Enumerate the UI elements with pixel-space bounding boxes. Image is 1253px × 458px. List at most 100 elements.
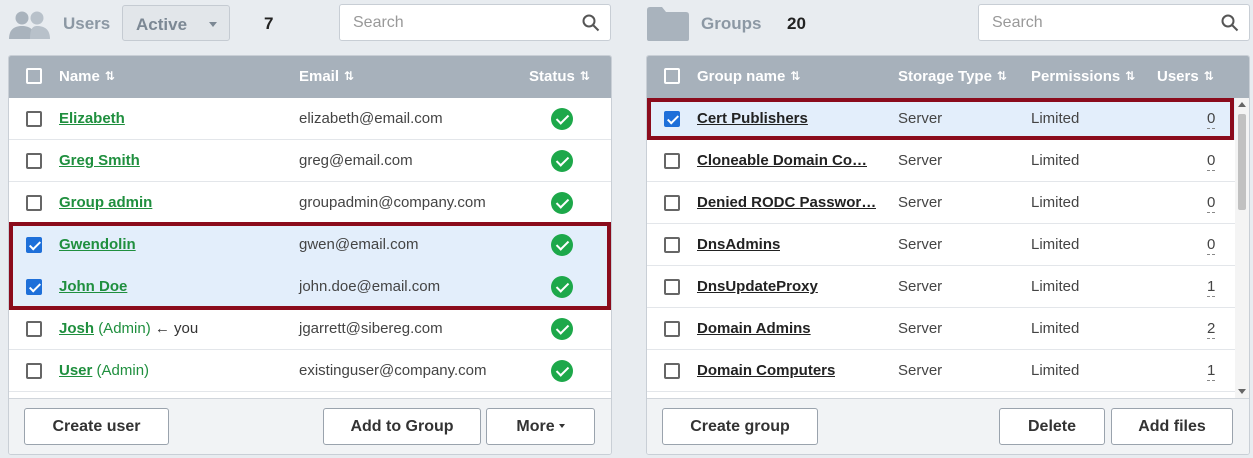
table-row[interactable]: John Doe john.doe@email.com	[9, 266, 611, 308]
user-count[interactable]: 1	[1207, 362, 1216, 381]
groups-search-box	[978, 4, 1250, 41]
user-name-link[interactable]: Group admin	[59, 194, 152, 211]
column-header-permissions[interactable]: Permissions ⇅	[1031, 68, 1135, 85]
group-name-link[interactable]: DnsUpdateProxy	[697, 278, 818, 295]
table-row[interactable]: Gwendolin gwen@email.com	[9, 224, 611, 266]
table-row[interactable]: DnsAdmins Server Limited 0	[647, 224, 1235, 266]
column-header-status[interactable]: Status ⇅	[529, 68, 590, 85]
groups-title: Groups	[701, 14, 762, 33]
sort-icon: ⇅	[104, 69, 115, 83]
row-checkbox[interactable]	[26, 237, 42, 253]
user-name-link[interactable]: John Doe	[59, 278, 127, 295]
group-name-link[interactable]: Denied RODC Passwor…	[697, 194, 876, 211]
table-row[interactable]: Cert Publishers Server Limited 0	[647, 98, 1235, 140]
row-checkbox[interactable]	[664, 153, 680, 169]
row-checkbox[interactable]	[26, 321, 42, 337]
user-name-cell: Greg Smith	[59, 152, 140, 169]
user-name-cell: Gwendolin	[59, 236, 136, 253]
delete-button[interactable]: Delete	[999, 408, 1105, 445]
column-header-email[interactable]: Email ⇅	[299, 68, 354, 85]
groups-table: Group name ⇅ Storage Type ⇅ Permissions ⇅ U…	[646, 55, 1250, 455]
row-checkbox[interactable]	[26, 279, 42, 295]
check-circle-icon	[551, 276, 573, 298]
column-header-users[interactable]: Users ⇅	[1157, 68, 1214, 85]
groups-panel: Groups 20 Group name⇅ Storage Type⇅ Perm…	[638, 0, 1253, 458]
table-row[interactable]: User (Admin) existinguser@company.com	[9, 350, 611, 392]
row-checkbox[interactable]	[664, 237, 680, 253]
user-count[interactable]: 0	[1207, 110, 1216, 129]
user-name-link[interactable]: Elizabeth	[59, 110, 125, 127]
column-header-group-name[interactable]: Group name ⇅	[697, 68, 800, 85]
user-name-link[interactable]: Greg Smith	[59, 152, 140, 169]
table-row[interactable]: Domain Computers Server Limited 1	[647, 350, 1235, 392]
check-circle-icon	[551, 318, 573, 340]
group-name-link[interactable]: Domain Admins	[697, 320, 811, 337]
scroll-down-icon[interactable]	[1238, 389, 1246, 394]
user-count[interactable]: 0	[1207, 194, 1216, 213]
admin-tag: (Admin)	[96, 362, 150, 379]
create-group-button[interactable]: Create group	[662, 408, 818, 445]
groups-scrollbar[interactable]	[1235, 98, 1249, 398]
row-checkbox[interactable]	[26, 111, 42, 127]
row-checkbox[interactable]	[664, 363, 680, 379]
users-search-input[interactable]	[340, 5, 610, 40]
scrollbar-thumb[interactable]	[1238, 114, 1246, 210]
add-to-group-button[interactable]: Add to Group	[323, 408, 481, 445]
table-row[interactable]: Cloneable Domain Co… Server Limited 0	[647, 140, 1235, 182]
user-email: elizabeth@email.com	[299, 110, 443, 127]
users-toolbar: Users Active 7	[0, 0, 620, 48]
user-name-cell: Josh (Admin) ← you	[59, 320, 198, 337]
sort-icon: ⇅	[1203, 69, 1214, 83]
select-all-users-checkbox[interactable]	[26, 68, 42, 84]
user-name-link[interactable]: Gwendolin	[59, 236, 136, 253]
storage-type: Server	[898, 362, 943, 379]
user-status-filter-dropdown[interactable]: Active	[122, 5, 230, 41]
search-icon[interactable]	[582, 14, 600, 32]
column-header-group-name-label: Group name	[697, 68, 786, 85]
table-row[interactable]: DnsUpdateProxy Server Limited 1	[647, 266, 1235, 308]
group-name-link[interactable]: Domain Computers	[697, 362, 835, 379]
user-count[interactable]: 0	[1207, 152, 1216, 171]
user-name-link[interactable]: User	[59, 362, 92, 379]
permissions: Limited	[1031, 278, 1080, 295]
user-name-link[interactable]: Josh	[59, 320, 94, 337]
table-row[interactable]: Elizabeth elizabeth@email.com	[9, 98, 611, 140]
row-checkbox[interactable]	[664, 321, 680, 337]
row-checkbox[interactable]	[26, 195, 42, 211]
storage-type: Server	[898, 152, 943, 169]
row-checkbox[interactable]	[664, 195, 680, 211]
current-user-tag: ← you	[154, 320, 199, 337]
groups-search-input[interactable]	[979, 5, 1249, 40]
table-row[interactable]: Domain Admins Server Limited 2	[647, 308, 1235, 350]
column-header-name[interactable]: Name ⇅	[59, 68, 115, 85]
table-row[interactable]: Group admin groupadmin@company.com	[9, 182, 611, 224]
group-name-link[interactable]: Cloneable Domain Co…	[697, 152, 867, 169]
row-checkbox[interactable]	[26, 153, 42, 169]
user-name-cell: User (Admin)	[59, 362, 149, 379]
create-user-button[interactable]: Create user	[24, 408, 169, 445]
users-group-icon	[9, 11, 50, 39]
group-name-cell: DnsAdmins	[697, 236, 780, 257]
sort-icon: ⇅	[344, 69, 355, 83]
scroll-up-icon[interactable]	[1238, 102, 1246, 107]
user-count[interactable]: 2	[1207, 320, 1216, 339]
group-name-link[interactable]: DnsAdmins	[697, 236, 780, 253]
user-count[interactable]: 1	[1207, 278, 1216, 297]
select-all-groups-checkbox[interactable]	[664, 68, 680, 84]
column-header-storage-type[interactable]: Storage Type ⇅	[898, 68, 1007, 85]
add-files-button[interactable]: Add files	[1111, 408, 1233, 445]
check-circle-icon	[551, 234, 573, 256]
storage-type: Server	[898, 194, 943, 211]
row-checkbox[interactable]	[664, 111, 680, 127]
search-icon[interactable]	[1221, 14, 1239, 32]
user-count[interactable]: 0	[1207, 236, 1216, 255]
row-checkbox[interactable]	[664, 279, 680, 295]
groups-toolbar: Groups 20	[638, 0, 1253, 48]
table-row[interactable]: Josh (Admin) ← you jgarrett@sibereg.com	[9, 308, 611, 350]
row-checkbox[interactable]	[26, 363, 42, 379]
groups-count: 20	[787, 14, 806, 33]
more-button[interactable]: More	[486, 408, 595, 445]
group-name-link[interactable]: Cert Publishers	[697, 110, 808, 127]
table-row[interactable]: Denied RODC Passwor… Server Limited 0	[647, 182, 1235, 224]
table-row[interactable]: Greg Smith greg@email.com	[9, 140, 611, 182]
